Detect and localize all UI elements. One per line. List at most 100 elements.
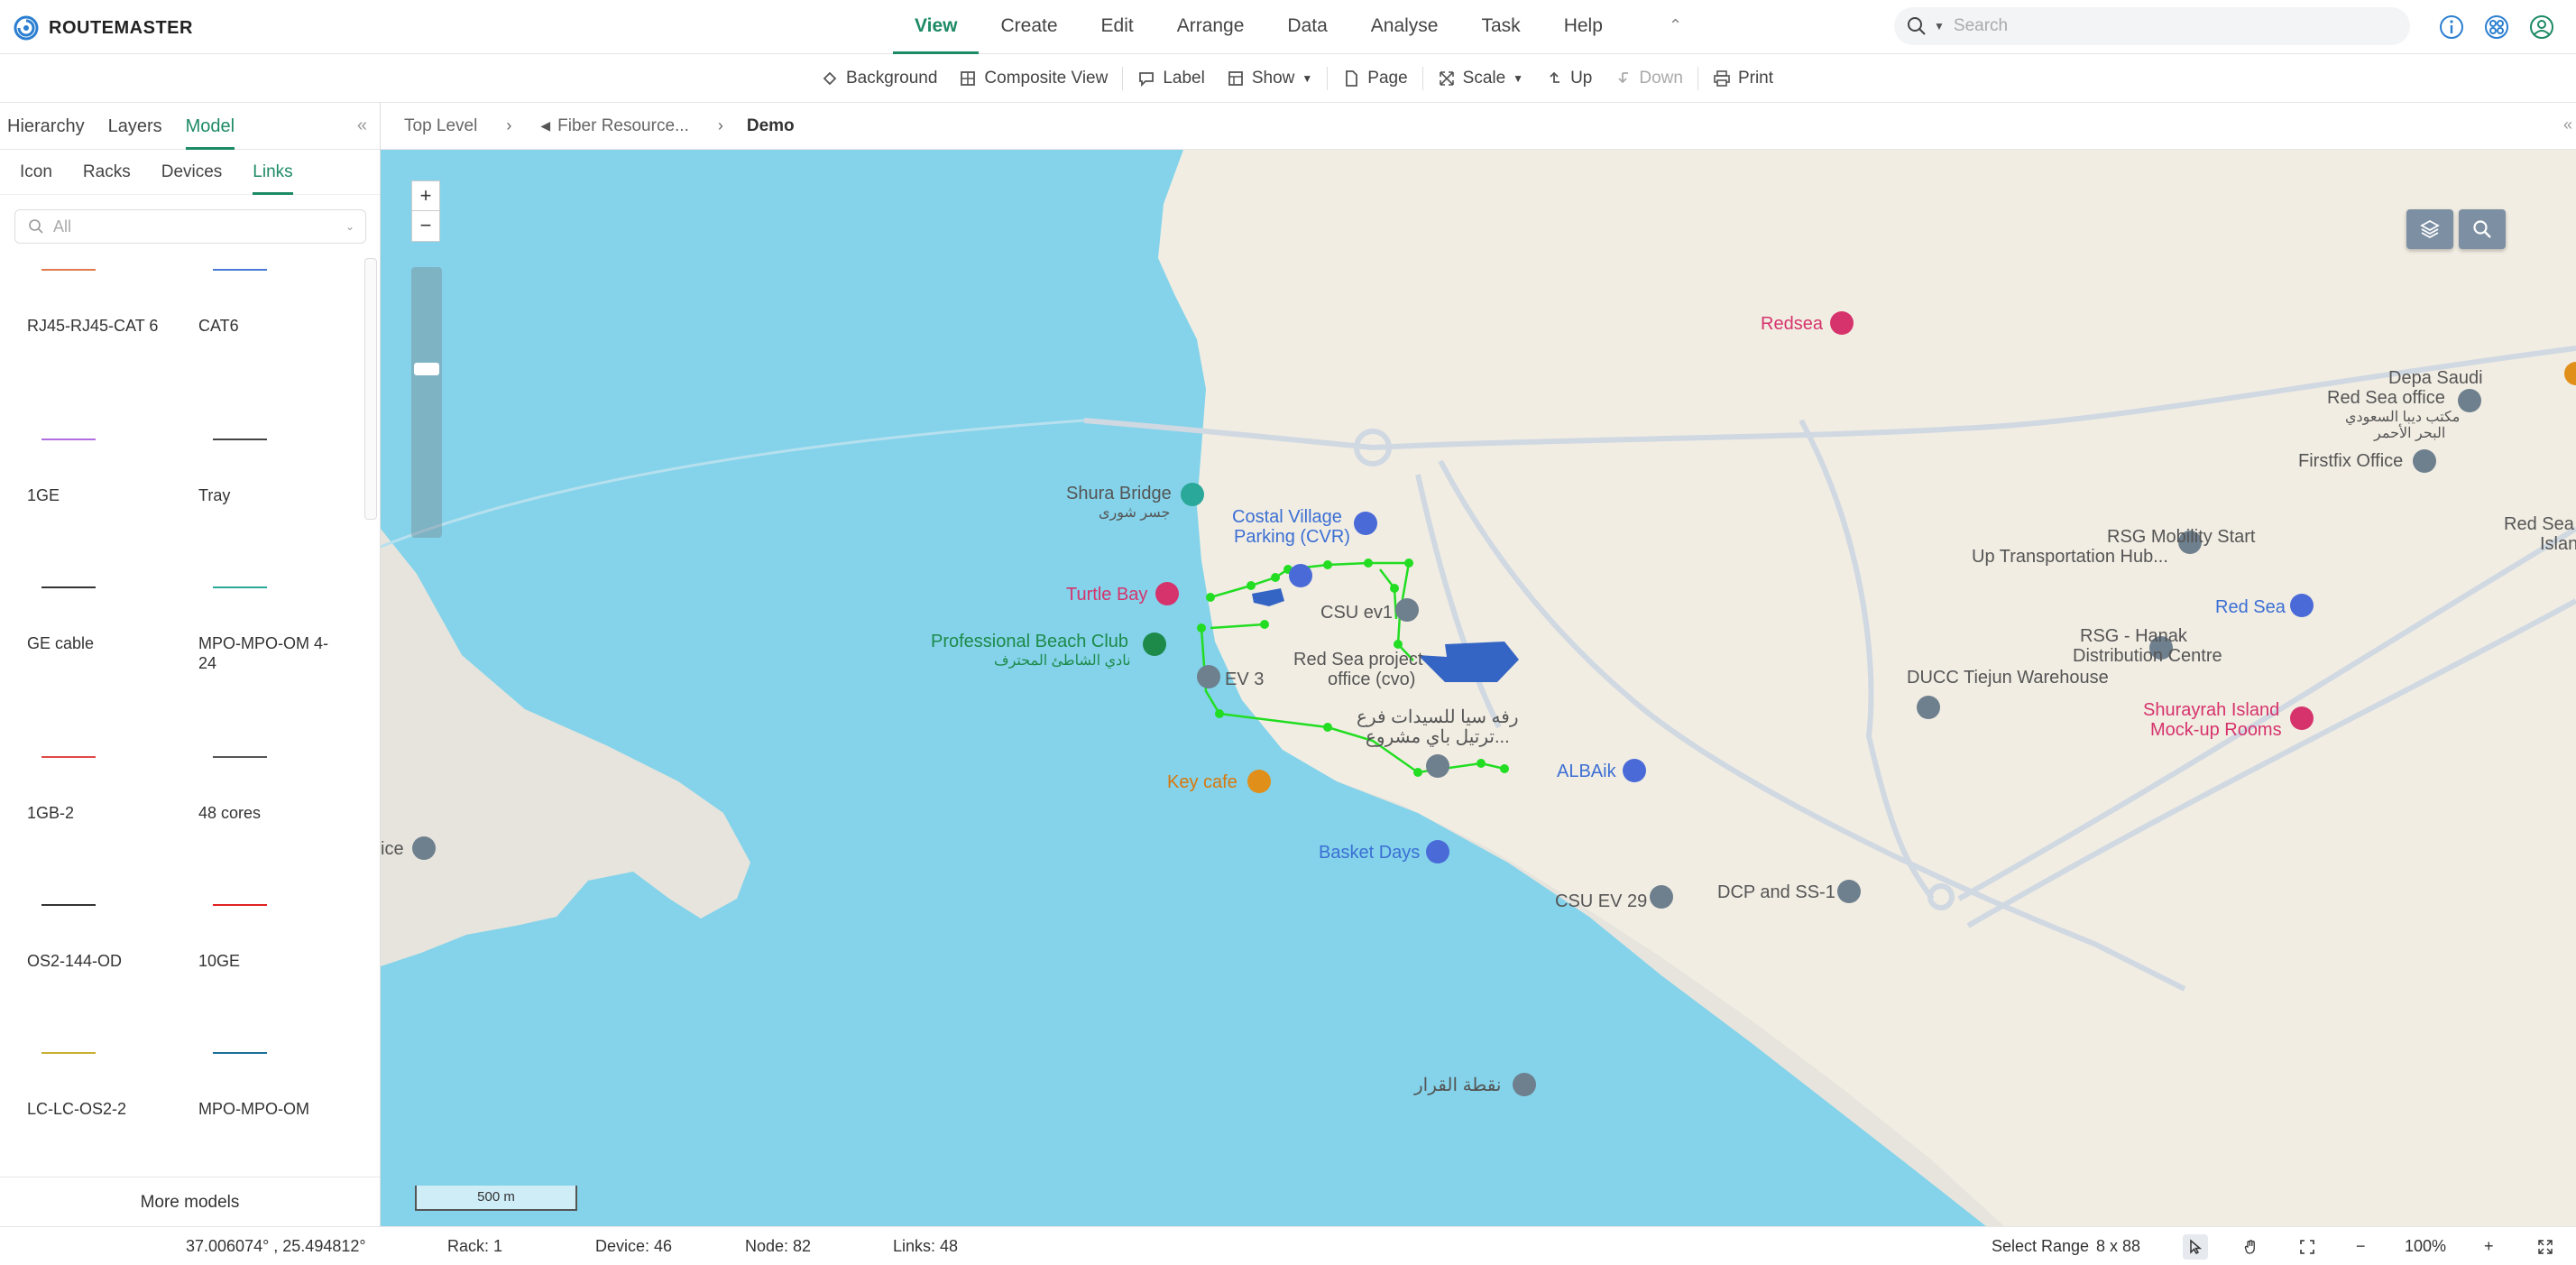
map-zoom-in-button[interactable]: + (411, 180, 440, 211)
show-dropdown[interactable]: Show ▼ (1216, 54, 1323, 103)
collapse-right-panel-icon[interactable]: « (2563, 115, 2572, 134)
poi-ev3[interactable]: EV 3 (1225, 669, 1264, 689)
poi-red-sea-island[interactable]: Red Sea (2504, 514, 2574, 534)
app-logo: ROUTEMASTER (13, 14, 193, 42)
map-zoom-out-button[interactable]: − (411, 211, 440, 242)
zoom-slider-handle[interactable] (414, 363, 439, 375)
menu-help[interactable]: Help (1542, 0, 1624, 54)
search-icon[interactable] (1907, 16, 1927, 36)
search-scope-dropdown-icon[interactable]: ▼ (1934, 20, 1945, 32)
link-model-line-preview (41, 586, 96, 588)
page-button[interactable]: Page (1331, 54, 1418, 103)
pan-hand-icon[interactable] (2239, 1234, 2264, 1260)
routemaster-logo-icon (14, 15, 39, 41)
scale-dropdown[interactable]: Scale ▼ (1427, 54, 1534, 103)
subtab-links[interactable]: Links (253, 150, 293, 195)
poi-ducc-tiejun[interactable]: DUCC Tiejun Warehouse (1907, 668, 2109, 688)
poi-red-sea-office[interactable]: Red Sea office (2327, 388, 2445, 408)
subtab-racks[interactable]: Racks (83, 150, 131, 195)
link-model-label: MPO-MPO-OM (198, 1100, 309, 1118)
poi-mockup-rooms: Mock-up Rooms (2150, 720, 2282, 740)
poi-red-sea-project[interactable]: Red Sea project (1293, 650, 1422, 669)
poi-dcp-ss1[interactable]: DCP and SS-1 (1717, 882, 1835, 902)
menu-view[interactable]: View (893, 0, 980, 54)
poi-csu-ev1[interactable]: CSU ev1 (1320, 603, 1393, 623)
menu-edit[interactable]: Edit (1080, 0, 1155, 54)
print-button[interactable]: Print (1702, 54, 1784, 103)
poi-depa-saudi[interactable]: Depa Saudi (2388, 368, 2483, 388)
menu-analyse[interactable]: Analyse (1349, 0, 1460, 54)
collapse-panel-icon[interactable]: « (357, 115, 367, 136)
breadcrumb-top-level[interactable]: Top Level (404, 116, 477, 136)
status-zoom-out-button[interactable]: − (2356, 1227, 2366, 1265)
poi-rsg-hanak[interactable]: RSG - Hanak (2080, 626, 2187, 646)
menu-create[interactable]: Create (979, 0, 1079, 54)
select-range-value: 8 x 88 (2096, 1237, 2141, 1255)
project-area-polygon[interactable] (1418, 642, 1519, 682)
toolbar: Background Composite View Label Show ▼ Pa… (0, 54, 2576, 103)
menu-arrange[interactable]: Arrange (1155, 0, 1266, 54)
poi-professional-beach-club[interactable]: Professional Beach Club (931, 632, 1128, 651)
poi-rsg-mobility[interactable]: RSG Mobility Start (2107, 527, 2255, 547)
layers-button[interactable] (2406, 209, 2453, 249)
poi-island-partial: Islan (2540, 534, 2576, 554)
fullscreen-icon[interactable] (2533, 1234, 2558, 1260)
menu-data[interactable]: Data (1265, 0, 1348, 54)
toolbar-divider (1122, 67, 1124, 90)
poi-albaik[interactable]: ALBAik (1557, 762, 1616, 781)
down-button[interactable]: Down (1603, 54, 1694, 103)
composite-view-button[interactable]: Composite View (948, 54, 1118, 103)
poi-refah-arabic[interactable]: رفه سيا للسيدات فرع (1357, 707, 1519, 727)
poi-basket-days[interactable]: Basket Days (1319, 843, 1420, 863)
tab-layers[interactable]: Layers (108, 103, 162, 150)
collapse-toolbar-icon[interactable]: ⌃ (1669, 16, 1682, 35)
select-range-label: Select Range (1992, 1237, 2090, 1255)
rack-count: Rack: 1 (447, 1237, 503, 1255)
label-button[interactable]: Label (1127, 54, 1216, 103)
poi-redsea[interactable]: Redsea (1761, 314, 1823, 334)
subtab-devices[interactable]: Devices (161, 150, 223, 195)
poi-red-sea-blue[interactable]: Red Sea (2215, 597, 2286, 617)
poi-key-cafe[interactable]: Key cafe (1167, 772, 1237, 792)
poi-firstfix-office[interactable]: Firstfix Office (2298, 451, 2403, 471)
status-zoom-in-button[interactable]: + (2484, 1227, 2494, 1265)
breadcrumb-parent[interactable]: Fiber Resource... (557, 116, 689, 136)
link-model-label: CAT6 (198, 317, 239, 335)
model-filter-select[interactable]: All ⌄ (14, 209, 366, 244)
map-search-button[interactable] (2459, 209, 2506, 249)
map-canvas[interactable]: Redsea Depa Saudi Red Sea office مكتب دي… (381, 150, 2576, 1226)
poi-shura-bridge[interactable]: Shura Bridge (1066, 484, 1172, 503)
link-model-label: 48 cores (198, 804, 262, 822)
status-bar: 37.006074° , 25.494812° Rack: 1 Device: … (0, 1226, 2576, 1265)
search-input[interactable] (1953, 16, 2351, 36)
model-list-scrollbar[interactable] (364, 258, 377, 520)
zoom-slider[interactable] (411, 267, 442, 538)
user-account-icon[interactable] (2525, 11, 2558, 43)
poi-costal-village[interactable]: Costal Village (1232, 507, 1342, 527)
subtab-icon[interactable]: Icon (20, 150, 52, 195)
poi-turtle-bay[interactable]: Turtle Bay (1066, 585, 1147, 605)
apps-icon[interactable] (2480, 11, 2513, 43)
poi-decision-point-arabic[interactable]: نقطة القرار (1414, 1076, 1501, 1095)
more-models-button[interactable]: More models (0, 1177, 380, 1226)
link-model-line-preview (41, 269, 96, 271)
composite-view-icon (959, 69, 977, 88)
top-menu-bar: ROUTEMASTER View Create Edit Arrange Dat… (0, 0, 2576, 54)
up-button[interactable]: Up (1534, 54, 1603, 103)
show-grid-icon (1227, 69, 1245, 88)
page-icon (1342, 69, 1360, 88)
background-button[interactable]: Background (810, 54, 948, 103)
info-icon[interactable] (2435, 11, 2468, 43)
small-area-polygon[interactable] (1252, 588, 1284, 606)
poi-csu-ev29[interactable]: CSU EV 29 (1555, 891, 1647, 911)
tab-hierarchy[interactable]: Hierarchy (7, 103, 85, 150)
link-model-line-preview (41, 756, 96, 758)
fit-to-screen-icon[interactable] (2295, 1234, 2320, 1260)
cursor-coordinates: 37.006074° , 25.494812° (186, 1237, 366, 1255)
back-triangle-icon[interactable]: ◀ (540, 118, 550, 134)
tab-model[interactable]: Model (185, 103, 235, 150)
poi-shurayrah-island[interactable]: Shurayrah Island (2143, 700, 2279, 720)
select-pointer-icon[interactable] (2183, 1234, 2208, 1260)
menu-task[interactable]: Task (1460, 0, 1542, 54)
link-model-line-preview (213, 1052, 267, 1054)
